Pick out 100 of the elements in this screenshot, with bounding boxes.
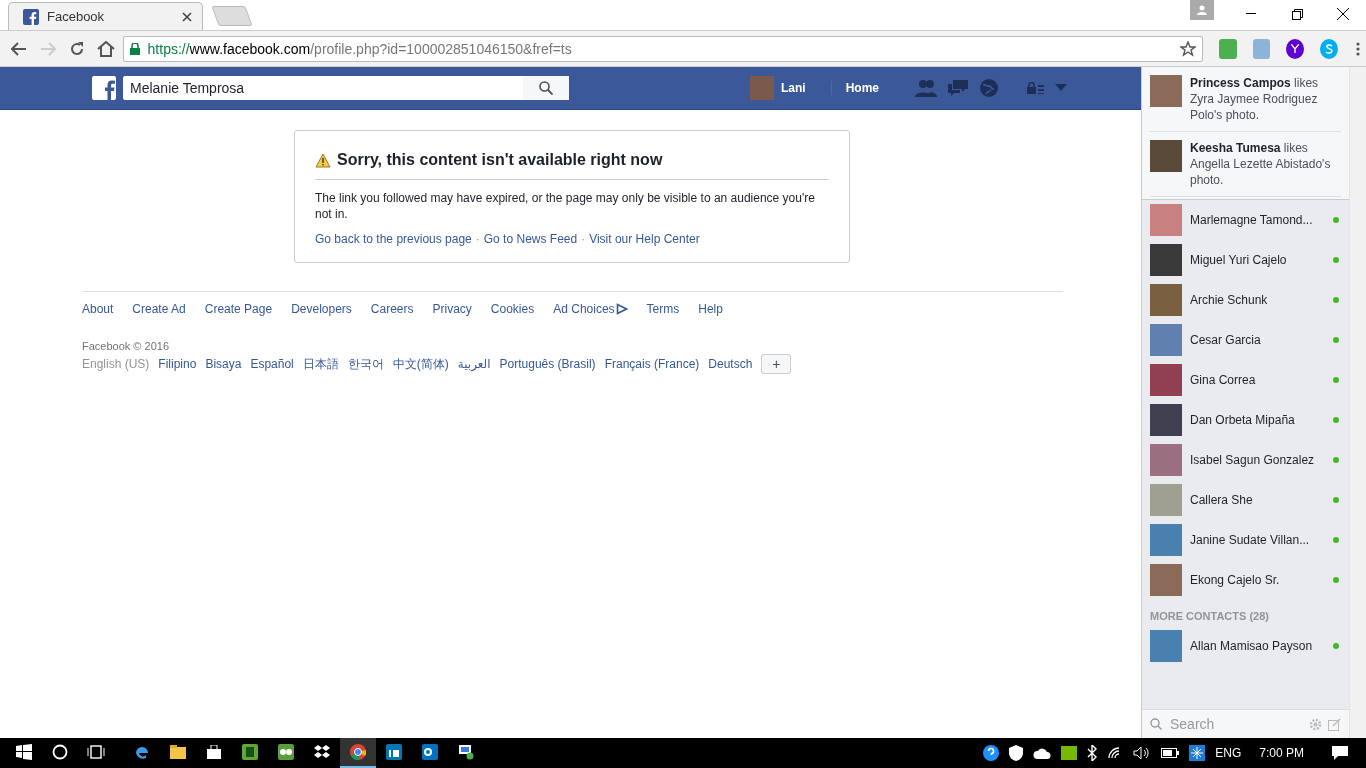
notice-link[interactable]: Visit our Help Center [589,232,700,246]
avatar [1150,564,1182,596]
help-icon[interactable] [983,745,1000,761]
star-icon[interactable] [1179,40,1196,57]
contact-item[interactable]: Callera She [1142,480,1349,520]
close-icon [1337,8,1349,20]
battery-icon[interactable] [1161,748,1180,758]
language-link[interactable]: Deutsch [708,357,753,371]
notice-link[interactable]: Go back to the previous page [315,232,472,246]
language-link[interactable]: العربية [457,357,491,371]
bluetooth-icon[interactable] [1087,745,1098,761]
f-letter-icon [102,78,116,100]
contact-item[interactable]: Archie Schunk [1142,280,1349,320]
contact-item[interactable]: Janine Sudate Villan... [1142,520,1349,560]
language-link[interactable]: 中文(简体) [392,355,449,373]
language-link[interactable]: Filipino [158,357,197,371]
box-icon [314,745,330,759]
contact-item[interactable]: Gina Correa [1142,360,1349,400]
footer-link[interactable]: Careers [370,302,414,316]
warning-icon [315,152,331,168]
separator-dot: · [475,232,480,246]
footer-link[interactable]: Help [698,302,723,316]
language-link[interactable]: 한국어 [347,355,384,373]
restore-icon [1291,8,1303,20]
avatar [1150,140,1182,172]
minimize-icon [1246,13,1256,15]
facebook-icon [23,8,39,25]
language-link[interactable]: Português (Brasil) [499,357,596,371]
monitor-icon [458,744,474,760]
avatar [1150,364,1182,396]
snowflake-icon[interactable] [1189,745,1206,761]
notice-title: Sorry, this content isn't available right now [337,151,663,169]
home-icon [97,40,115,57]
contact-item[interactable]: Cesar Garcia [1142,320,1349,360]
cloud-icon[interactable] [1033,747,1052,759]
mail-icon [422,744,438,760]
edge-icon [134,744,150,760]
more-languages-button[interactable]: + [761,354,792,374]
reload-icon [68,40,85,57]
address-bar[interactable]: https://www.facebook.com/profile.php?id=100002851046150&fref=ts [122,35,1203,62]
language-link[interactable]: Bisaya [205,357,242,371]
footer-link[interactable]: Terms [646,302,680,316]
s-letter-icon [1325,43,1334,54]
owl-icon [278,744,294,760]
home-link[interactable]: Home [830,81,879,95]
chat-search-input[interactable]: Search [1168,715,1303,733]
y-extension-icon[interactable] [1286,38,1305,59]
forward-arrow-icon [39,41,56,56]
copyright-text: Facebook © 2016 [82,340,170,352]
avatar [750,76,774,100]
contact-item[interactable]: Marlemagne Tamond... [1142,200,1349,240]
search-icon [539,81,553,95]
close-icon[interactable] [182,11,192,22]
footer-link[interactable]: About [82,302,114,316]
taskbar-app[interactable] [340,738,376,768]
contact-item[interactable]: Ekong Cajelo Sr. [1142,560,1349,600]
footer-link[interactable]: Privacy [432,302,472,316]
activity-text: Princess Campos likes Zyra Jaymee Rodriguez Polo's photo. [1190,75,1320,123]
chrome-icon [350,744,366,760]
windows-icon [16,744,32,760]
contact-item[interactable]: Miguel Yuri Cajelo [1142,240,1349,280]
notifications-icon[interactable] [1332,746,1348,760]
contact-item[interactable]: Allan Mamisao Payson [1142,626,1349,666]
avatar [1150,484,1182,516]
y-letter-icon [1291,44,1300,53]
browser-tab[interactable]: Facebook [8,2,203,30]
in-icon [386,744,402,760]
ad-choices-icon[interactable] [615,303,628,315]
volume-icon[interactable] [1133,746,1152,760]
avatar [1150,524,1182,556]
contact-item[interactable]: Isabel Sagun Gonzalez [1142,440,1349,480]
language-indicator[interactable]: ENG [1215,746,1242,760]
shield-icon[interactable] [1009,745,1024,761]
task-view-icon [87,745,105,759]
language-link[interactable]: 日本語 [302,355,339,373]
separator-dot: · [581,232,586,246]
lock-icon [129,42,140,55]
notice-link[interactable]: Go to News Feed [483,232,578,246]
language-link[interactable]: Français (France) [604,357,700,371]
avatar [1150,284,1182,316]
back-arrow-icon [10,41,27,56]
search-icon [1150,718,1162,730]
avatar [1150,204,1182,236]
footer-link[interactable]: Ad Choices [553,302,615,316]
contact-item[interactable]: Dan Orbeta Mipaña [1142,400,1349,440]
profile-link[interactable]: Lani [781,81,806,95]
footer-link[interactable]: Developers [291,302,352,316]
activity-text: Keesha Tumesa likes Angella Lezette Abistado's photo. [1190,140,1332,188]
menu-icon[interactable] [1356,41,1360,56]
gpu-icon[interactable] [1061,746,1078,760]
avatar [1150,75,1182,107]
bag-icon [207,745,221,759]
profile-search-field[interactable]: Melanie Temprosa [123,76,569,100]
section-heading: MORE CONTACTS (28) [1149,609,1270,624]
clock[interactable]: 7:00 PM [1259,746,1304,760]
footer-link[interactable]: Create Page [204,302,273,316]
avatar [1150,630,1182,662]
footer-link[interactable]: Cookies [490,302,535,316]
footer-link[interactable]: Create Ad [132,302,186,316]
language-link[interactable]: Español [250,357,294,371]
